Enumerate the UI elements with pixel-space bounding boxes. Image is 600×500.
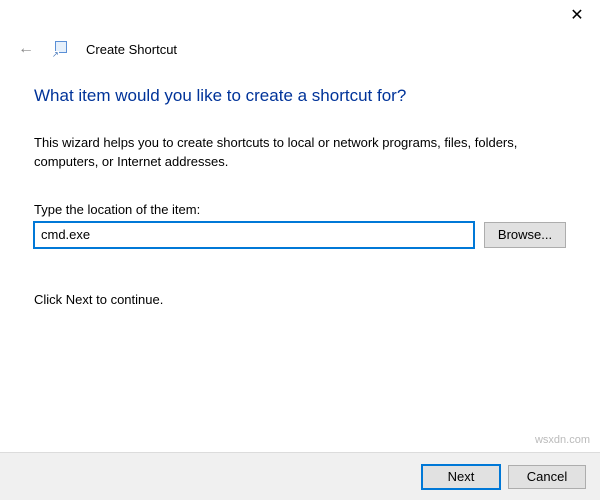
back-arrow-icon: ←: [18, 40, 34, 58]
browse-button[interactable]: Browse...: [484, 222, 566, 248]
wizard-content: What item would you like to create a sho…: [0, 64, 600, 307]
wizard-description: This wizard helps you to create shortcut…: [34, 134, 566, 172]
location-input[interactable]: [34, 222, 474, 248]
location-row: Browse...: [34, 222, 566, 248]
wizard-header: ← Create Shortcut: [0, 30, 600, 64]
location-label: Type the location of the item:: [34, 202, 566, 217]
shortcut-icon: [52, 41, 68, 57]
next-button[interactable]: Next: [422, 465, 500, 489]
page-heading: What item would you like to create a sho…: [34, 86, 566, 106]
window-title: Create Shortcut: [86, 42, 177, 57]
cancel-button[interactable]: Cancel: [508, 465, 586, 489]
wizard-footer: Next Cancel: [0, 452, 600, 500]
titlebar: ✕: [0, 0, 600, 30]
watermark: wsxdn.com: [535, 434, 590, 446]
close-icon: ✕: [570, 5, 583, 25]
close-button[interactable]: ✕: [554, 0, 600, 30]
continue-hint: Click Next to continue.: [34, 292, 566, 307]
